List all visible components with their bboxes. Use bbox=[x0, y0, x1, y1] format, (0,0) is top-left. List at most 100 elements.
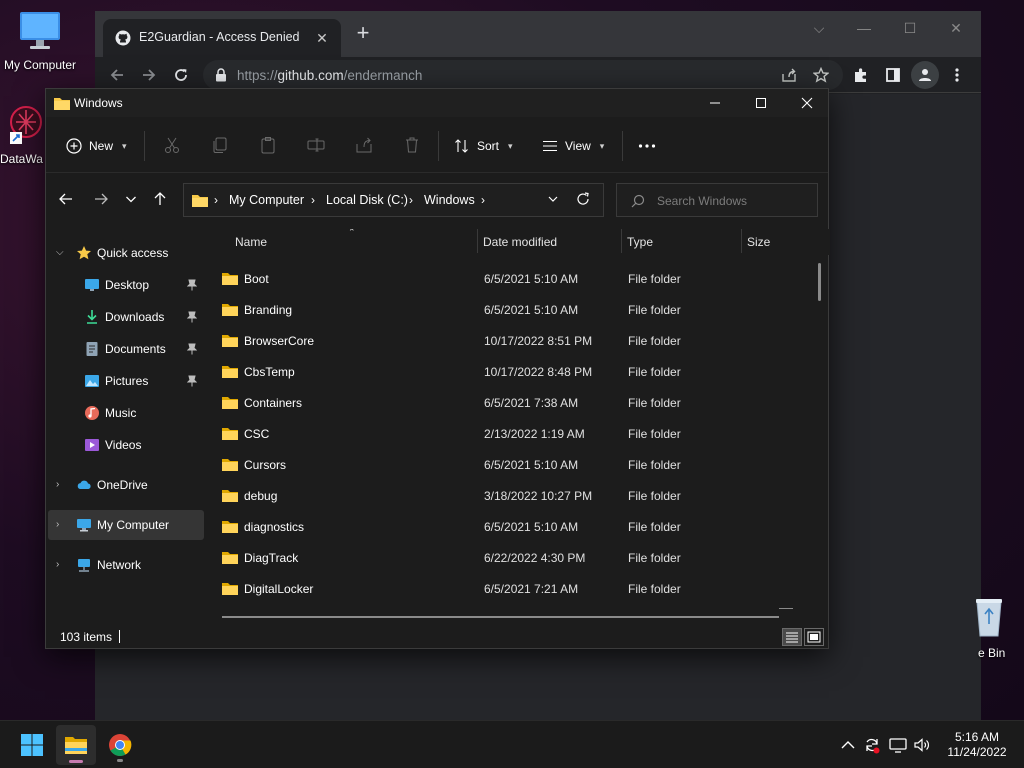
refresh-icon[interactable] bbox=[576, 192, 590, 206]
file-row[interactable]: diagnostics 6/5/2021 5:10 AM File folder bbox=[218, 511, 798, 542]
tab-search-icon[interactable]: ⌵ bbox=[808, 17, 830, 39]
address-bar[interactable]: › My Computer › Local Disk (C:) › Window… bbox=[183, 183, 604, 217]
display-network-icon[interactable] bbox=[888, 735, 908, 755]
close-window-icon[interactable]: ✕ bbox=[945, 17, 967, 39]
sidebar-item-network[interactable]: › Network bbox=[46, 550, 202, 580]
forward-icon[interactable] bbox=[89, 187, 113, 211]
sidebar-item-videos[interactable]: Videos bbox=[46, 430, 202, 460]
bookmark-star-icon[interactable] bbox=[807, 61, 835, 89]
minimize-icon[interactable] bbox=[692, 89, 738, 117]
new-button[interactable]: New ▾ bbox=[66, 129, 127, 163]
chevron-right-icon[interactable]: › bbox=[56, 479, 59, 490]
file-row[interactable]: BrowserCore 10/17/2022 8:51 PM File folder bbox=[218, 325, 798, 356]
folder-icon bbox=[222, 581, 238, 595]
more-options-button[interactable] bbox=[638, 129, 656, 163]
sync-alert-icon[interactable] bbox=[862, 735, 882, 755]
browser-tab[interactable]: E2Guardian - Access Denied ✕ bbox=[103, 19, 341, 57]
desktop-icon-datawa[interactable]: DataWa bbox=[0, 104, 48, 166]
sidebar-item-quick-access[interactable]: ⌵ Quick access bbox=[46, 238, 202, 268]
file-row[interactable]: Boot 6/5/2021 5:10 AM File folder bbox=[218, 263, 798, 294]
maximize-icon[interactable]: ☐ bbox=[899, 17, 921, 39]
pin-icon[interactable] bbox=[187, 375, 197, 387]
address-dropdown-icon[interactable] bbox=[546, 192, 560, 206]
sidebar-item-music[interactable]: Music bbox=[46, 398, 202, 428]
back-icon[interactable] bbox=[54, 187, 78, 211]
menu-icon[interactable] bbox=[943, 61, 971, 89]
address-bar[interactable]: https://github.com/endermanch bbox=[203, 60, 843, 90]
sidebar-item-documents[interactable]: Documents bbox=[46, 334, 202, 364]
file-row[interactable]: Cursors 6/5/2021 5:10 AM File folder bbox=[218, 449, 798, 480]
file-date-modified: 3/18/2022 10:27 PM bbox=[484, 489, 593, 503]
shortcut-app-icon bbox=[8, 104, 44, 148]
file-row[interactable]: CSC 2/13/2022 1:19 AM File folder bbox=[218, 418, 798, 449]
taskbar-chrome[interactable] bbox=[100, 725, 140, 765]
file-date-modified: 6/5/2021 5:10 AM bbox=[484, 458, 579, 472]
chevron-down-icon[interactable]: ⌵ bbox=[56, 247, 64, 258]
up-icon[interactable] bbox=[148, 187, 172, 211]
breadcrumb-my-computer[interactable]: My Computer bbox=[229, 193, 304, 207]
chevron-right-icon[interactable]: › bbox=[56, 519, 59, 530]
horizontal-scrollbar[interactable] bbox=[222, 616, 779, 618]
view-button[interactable]: View ▾ bbox=[542, 129, 604, 163]
clock[interactable]: 5:16 AM 11/24/2022 bbox=[944, 730, 1010, 760]
back-icon[interactable] bbox=[103, 61, 131, 89]
side-panel-icon[interactable] bbox=[879, 61, 907, 89]
file-row[interactable]: debug 3/18/2022 10:27 PM File folder bbox=[218, 480, 798, 511]
close-tab-icon[interactable]: ✕ bbox=[311, 27, 333, 49]
details-view-icon[interactable] bbox=[782, 628, 802, 646]
pin-icon[interactable] bbox=[187, 279, 197, 291]
vertical-scrollbar[interactable] bbox=[818, 263, 821, 301]
desktop-icon-recycle-bin[interactable]: e Bin bbox=[968, 596, 1024, 660]
volume-icon[interactable] bbox=[912, 735, 932, 755]
profile-icon[interactable] bbox=[911, 61, 939, 89]
file-row[interactable]: DigitalLocker 6/5/2021 7:21 AM File folder bbox=[218, 573, 798, 604]
breadcrumb-local-disk[interactable]: Local Disk (C:) bbox=[326, 193, 408, 207]
sidebar-item-onedrive[interactable]: › OneDrive bbox=[46, 470, 202, 500]
search-input[interactable] bbox=[657, 191, 807, 211]
chevron-right-icon[interactable]: › bbox=[56, 559, 59, 570]
file-row[interactable]: CbsTemp 10/17/2022 8:48 PM File folder bbox=[218, 356, 798, 387]
file-row[interactable]: Branding 6/5/2021 5:10 AM File folder bbox=[218, 294, 798, 325]
desktop-icon bbox=[84, 277, 100, 293]
column-header-size[interactable]: Size bbox=[747, 235, 770, 249]
maximize-icon[interactable] bbox=[738, 89, 784, 117]
column-header-type[interactable]: Type bbox=[627, 235, 653, 249]
pin-icon[interactable] bbox=[187, 311, 197, 323]
forward-icon[interactable] bbox=[135, 61, 163, 89]
desktop-icon-my-computer[interactable]: My Computer bbox=[0, 8, 80, 72]
sidebar-item-my-computer[interactable]: › My Computer bbox=[48, 510, 204, 540]
share-icon[interactable] bbox=[775, 61, 803, 89]
pin-icon[interactable] bbox=[187, 343, 197, 355]
file-row[interactable]: Containers 6/5/2021 7:38 AM File folder bbox=[218, 387, 798, 418]
sort-button[interactable]: Sort ▾ bbox=[454, 129, 513, 163]
copy-icon[interactable] bbox=[210, 135, 230, 155]
rename-icon[interactable] bbox=[306, 135, 326, 155]
breadcrumb-windows[interactable]: Windows bbox=[424, 193, 475, 207]
new-tab-icon[interactable]: + bbox=[351, 22, 375, 46]
tiles-view-icon[interactable] bbox=[804, 628, 824, 646]
search-box[interactable] bbox=[616, 183, 818, 217]
show-hidden-icons-icon[interactable] bbox=[838, 735, 858, 755]
extensions-icon[interactable] bbox=[847, 61, 875, 89]
cut-icon[interactable] bbox=[162, 135, 182, 155]
sidebar-item-downloads[interactable]: Downloads bbox=[46, 302, 202, 332]
start-button[interactable] bbox=[12, 725, 52, 765]
column-header-date-modified[interactable]: Date modified bbox=[483, 235, 557, 249]
sidebar-item-pictures[interactable]: Pictures bbox=[46, 366, 202, 396]
file-row[interactable]: DiagTrack 6/22/2022 4:30 PM File folder bbox=[218, 542, 798, 573]
sidebar-item-desktop[interactable]: Desktop bbox=[46, 270, 202, 300]
paste-icon[interactable] bbox=[258, 135, 278, 155]
delete-icon[interactable] bbox=[402, 135, 422, 155]
share-icon[interactable] bbox=[354, 135, 374, 155]
recent-locations-icon[interactable] bbox=[119, 187, 143, 211]
taskbar-file-explorer[interactable] bbox=[56, 725, 96, 765]
column-header-name[interactable]: Name bbox=[235, 235, 267, 249]
explorer-title-bar[interactable]: Windows bbox=[46, 89, 828, 117]
chevron-right-icon[interactable]: › bbox=[409, 193, 413, 207]
chevron-right-icon[interactable]: › bbox=[311, 193, 315, 207]
minimize-icon[interactable]: — bbox=[853, 17, 875, 39]
chevron-right-icon[interactable]: › bbox=[481, 193, 485, 207]
reload-icon[interactable] bbox=[167, 61, 195, 89]
close-icon[interactable] bbox=[784, 89, 830, 117]
file-date-modified: 6/5/2021 5:10 AM bbox=[484, 303, 579, 317]
